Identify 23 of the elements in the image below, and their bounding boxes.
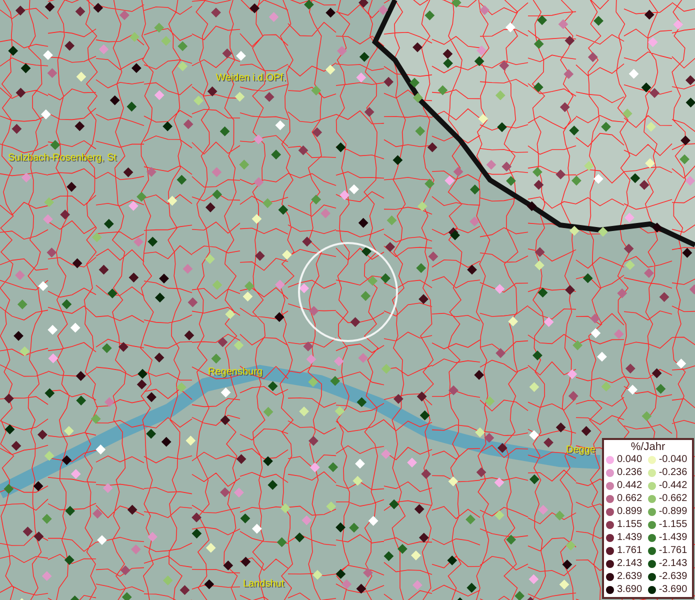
legend-value: 0.040: [617, 454, 644, 465]
legend-value: 1.155: [617, 519, 644, 530]
legend-value: -1.155: [658, 519, 688, 530]
legend-value: 0.236: [617, 467, 644, 478]
legend-value: 2.639: [617, 571, 644, 582]
legend-title: %/Jahr: [630, 441, 666, 454]
legend-value: -1.761: [658, 545, 688, 556]
legend-value: -0.442: [658, 480, 688, 491]
legend-value: -0.040: [658, 454, 688, 465]
legend-value: 3.690: [617, 584, 644, 595]
legend-value: -0.236: [658, 467, 688, 478]
legend-value: 2.143: [617, 558, 644, 569]
legend-value: -1.439: [658, 532, 688, 543]
legend-value: -0.899: [658, 506, 688, 517]
legend-value: 0.442: [617, 480, 644, 491]
legend-value: 0.662: [617, 493, 644, 504]
legend-value: 1.439: [617, 532, 644, 543]
legend-value: -3.690: [658, 584, 688, 595]
legend-value: -2.143: [658, 558, 688, 569]
legend-value: 0.899: [617, 506, 644, 517]
legend-value: 1.761: [617, 545, 644, 556]
legend-value: -0.662: [658, 493, 688, 504]
legend-value: -2.639: [658, 571, 688, 582]
